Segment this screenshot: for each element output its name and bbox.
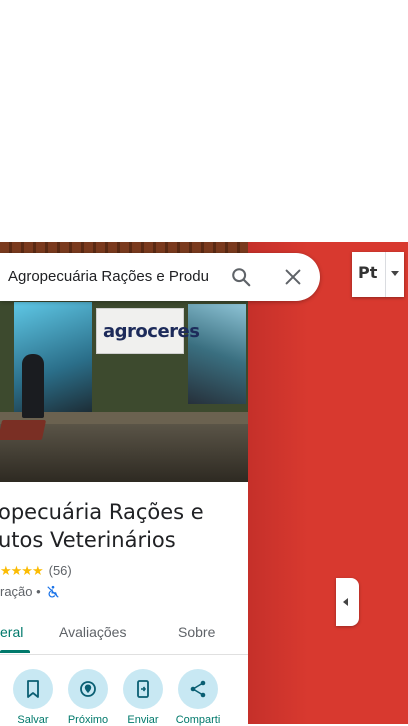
title-line-2: utos Veterinários — [0, 528, 176, 552]
share-button[interactable]: Comparti — [170, 666, 226, 726]
category-separator: • — [32, 584, 41, 599]
share-label: Comparti — [175, 714, 221, 726]
action-row: Salvar Próximo Enviar Comparti — [0, 666, 248, 726]
bookmark-icon — [27, 680, 39, 698]
send-circle — [123, 669, 163, 709]
share-icon — [190, 680, 206, 698]
wheelchair-not-accessible-icon — [47, 585, 60, 598]
map-canvas[interactable] — [248, 242, 408, 724]
top-blank-area — [0, 0, 408, 242]
nearby-circle — [68, 669, 108, 709]
photo-doorway-right — [188, 304, 246, 404]
language-divider — [385, 252, 386, 297]
share-circle — [178, 669, 218, 709]
map-shade — [248, 242, 308, 724]
chevron-down-icon[interactable] — [391, 271, 399, 276]
tab-about[interactable]: Sobre — [178, 612, 215, 652]
collapse-panel-button[interactable] — [336, 578, 359, 626]
star-rating-icon: ★★★★ — [0, 563, 44, 578]
rating-row: ★★★★ (56) — [0, 563, 72, 581]
search-icon[interactable] — [230, 266, 252, 288]
rating-count[interactable]: (56) — [49, 563, 72, 578]
photo-sign: agroceres — [96, 308, 200, 354]
tab-overview[interactable]: eral — [0, 612, 23, 652]
language-button[interactable]: Pt — [352, 252, 404, 297]
search-box[interactable]: Agropecuária Rações e Produ — [0, 253, 320, 301]
tab-reviews[interactable]: Avaliações — [59, 612, 126, 652]
send-to-phone-button[interactable]: Enviar — [115, 666, 171, 726]
send-to-phone-icon — [137, 680, 149, 698]
category-row: ração • — [0, 584, 60, 599]
save-circle — [13, 669, 53, 709]
photo-cart — [0, 420, 47, 440]
photo-person — [22, 354, 44, 418]
language-label: Pt — [358, 263, 378, 282]
nearby-button[interactable]: Próximo — [60, 666, 116, 726]
save-button[interactable]: Salvar — [5, 666, 61, 726]
page-title: opecuária Rações e utos Veterinários — [0, 498, 248, 554]
title-line-1: opecuária Rações e — [0, 500, 204, 524]
category-label[interactable]: ração — [0, 584, 33, 599]
tab-bar: eral Avaliações Sobre — [0, 612, 248, 655]
tab-active-indicator — [0, 650, 30, 653]
nearby-icon — [80, 681, 96, 697]
close-icon[interactable] — [282, 266, 304, 288]
photo-sign-text: agroceres — [103, 321, 200, 342]
search-input[interactable]: Agropecuária Rações e Produ — [8, 253, 218, 301]
